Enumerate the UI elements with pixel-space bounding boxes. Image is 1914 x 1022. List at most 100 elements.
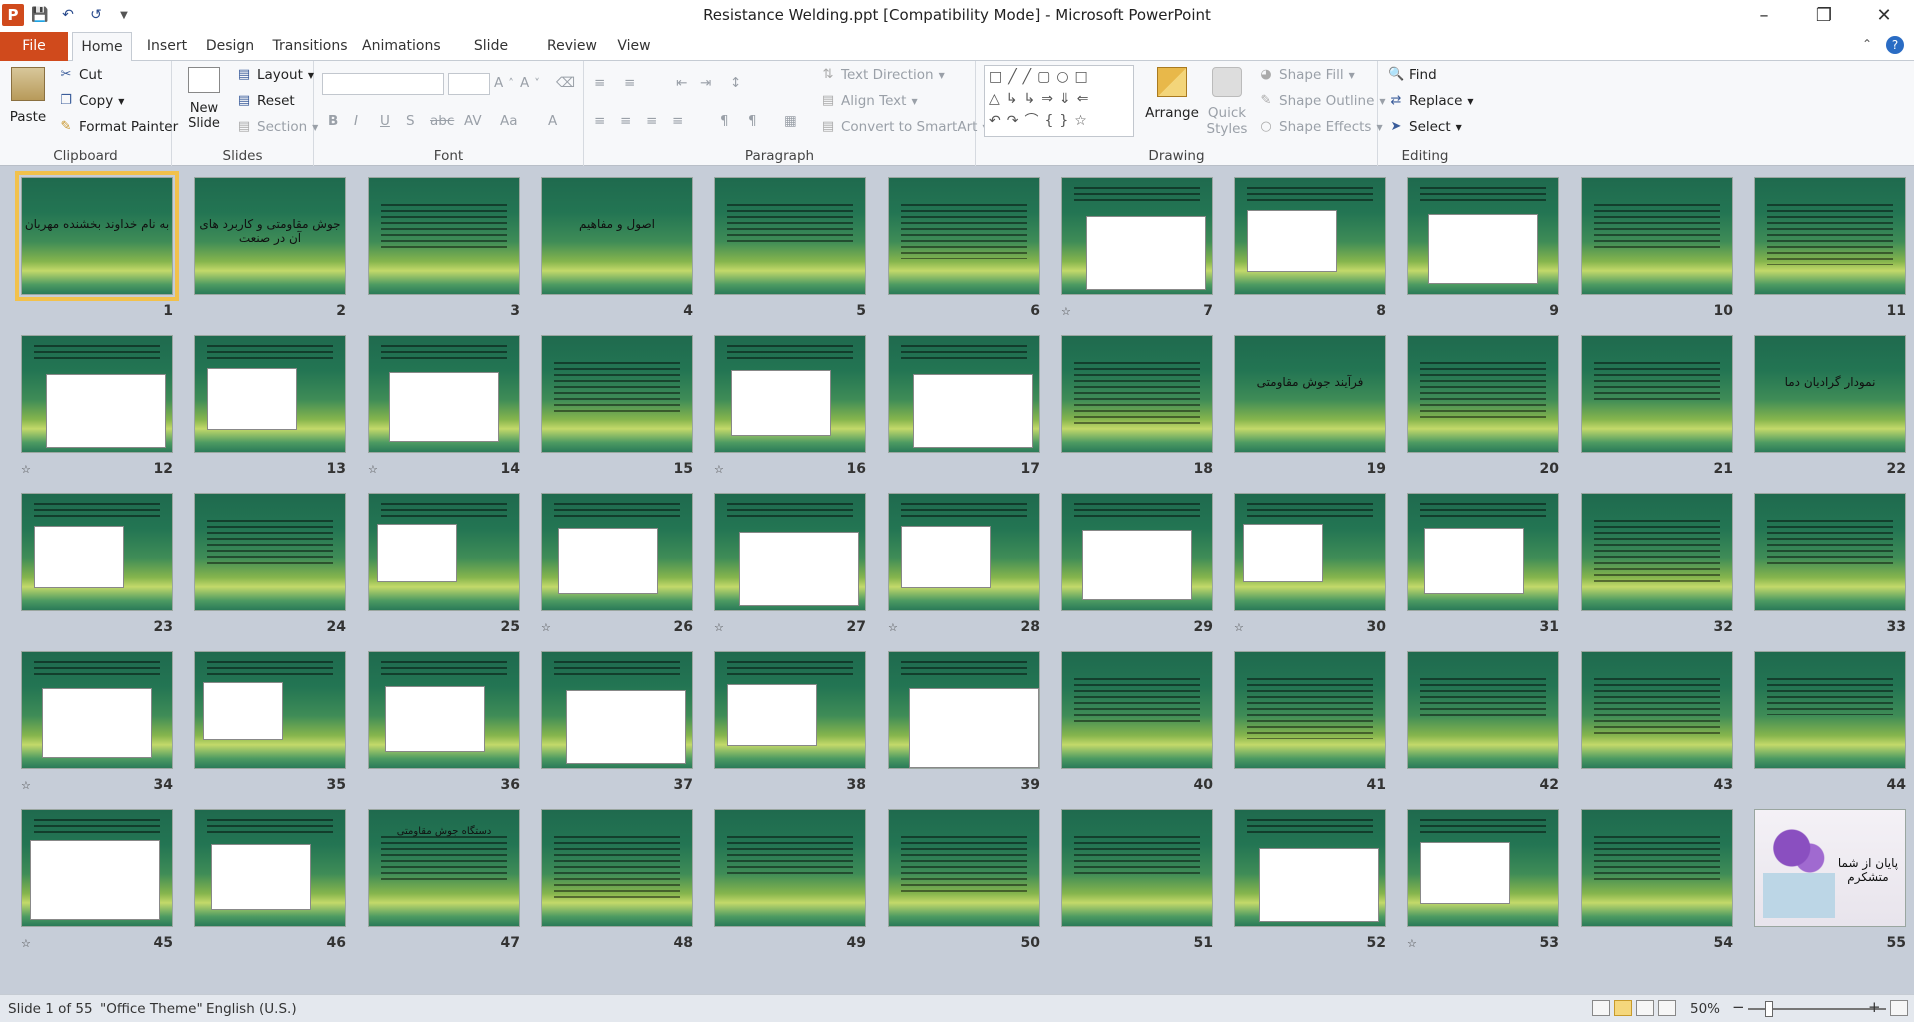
clear-formatting-icon[interactable]: ⌫ (556, 75, 575, 91)
theme-name[interactable]: "Office Theme" (100, 1001, 203, 1017)
close-icon[interactable]: ✕ (1854, 0, 1914, 30)
slide-thumbnail[interactable]: جوش مقاومتی و کاربرد های آن در صنعت (194, 177, 346, 295)
language[interactable]: English (U.S.) (206, 1001, 297, 1017)
slide-sorter-view-icon[interactable] (1614, 1000, 1632, 1016)
collapse-ribbon-icon[interactable]: ⌃ (1862, 37, 1872, 51)
minimize-icon[interactable]: – (1734, 0, 1794, 30)
tab-transitions[interactable]: Transitions (272, 32, 348, 61)
tab-view[interactable]: View (614, 32, 654, 61)
slide-thumbnail[interactable] (368, 651, 520, 769)
slide-thumbnail[interactable] (1407, 651, 1559, 769)
slide-thumbnail[interactable] (1234, 809, 1386, 927)
shrink-font-icon[interactable]: A ˅ (520, 75, 540, 91)
shapes-gallery[interactable]: □╱╱▢○□ △↳↳⇒⇓⇐ ↶↷⌒{}☆ (984, 65, 1134, 137)
slide-thumbnail[interactable] (1234, 651, 1386, 769)
font-color-icon[interactable]: A (548, 113, 557, 129)
slide-thumbnail[interactable] (1061, 493, 1213, 611)
slide-thumbnail[interactable] (714, 177, 866, 295)
transition-star-icon[interactable]: ☆ (21, 937, 31, 950)
select-button[interactable]: ➤ Select ▼ (1388, 119, 1462, 135)
columns-icon[interactable]: ▦ (784, 113, 797, 129)
grow-font-icon[interactable]: A ˄ (494, 75, 514, 91)
italic-icon[interactable]: I (354, 113, 358, 129)
shape-outline-button[interactable]: ✎ Shape Outline ▼ (1258, 93, 1386, 109)
arrange-button[interactable]: Arrange (1145, 67, 1199, 121)
underline-icon[interactable]: U (380, 113, 390, 129)
replace-button[interactable]: ⇄ Replace ▼ (1388, 93, 1474, 109)
reading-view-icon[interactable] (1636, 1000, 1654, 1016)
transition-star-icon[interactable]: ☆ (1407, 937, 1417, 950)
find-button[interactable]: 🔍 Find (1388, 67, 1437, 83)
copy-button[interactable]: ❐ Copy ▼ (58, 93, 124, 109)
transition-star-icon[interactable]: ☆ (714, 621, 724, 634)
format-painter-button[interactable]: ✎ Format Painter (58, 119, 179, 135)
slide-thumbnail[interactable] (21, 493, 173, 611)
bullets-icon[interactable]: ≡ (594, 75, 605, 91)
slide-thumbnail[interactable] (1581, 493, 1733, 611)
paste-button[interactable]: Paste (8, 67, 48, 125)
bold-icon[interactable]: B (328, 113, 338, 129)
slide-thumbnail[interactable] (368, 335, 520, 453)
shape-fill-button[interactable]: ◕ Shape Fill ▼ (1258, 67, 1354, 83)
slide-thumbnail[interactable] (888, 809, 1040, 927)
slide-thumbnail[interactable] (1061, 809, 1213, 927)
font-size-combo[interactable] (448, 73, 490, 95)
align-text-button[interactable]: ▤ Align Text ▼ (820, 93, 918, 109)
justify-icon[interactable]: ≡ (672, 113, 683, 129)
slide-thumbnail[interactable] (368, 177, 520, 295)
slide-thumbnail[interactable] (1581, 809, 1733, 927)
slide-thumbnail[interactable] (194, 493, 346, 611)
slide-thumbnail[interactable] (888, 493, 1040, 611)
tab-design[interactable]: Design (204, 32, 256, 61)
transition-star-icon[interactable]: ☆ (21, 779, 31, 792)
transition-star-icon[interactable]: ☆ (714, 463, 724, 476)
slide-thumbnail[interactable] (888, 651, 1040, 769)
slide-thumbnail[interactable]: نمودار گرادیان دما (1754, 335, 1906, 453)
decrease-indent-icon[interactable]: ⇤ (676, 75, 687, 91)
reset-button[interactable]: ▤ Reset (236, 93, 295, 109)
slide-thumbnail[interactable] (541, 651, 693, 769)
cut-button[interactable]: ✂ Cut (58, 67, 103, 83)
slide-thumbnail[interactable] (1407, 809, 1559, 927)
slide-thumbnail[interactable] (1581, 177, 1733, 295)
slide-thumbnail[interactable] (194, 335, 346, 453)
slide-thumbnail[interactable] (1754, 177, 1906, 295)
fit-to-window-icon[interactable] (1890, 1000, 1908, 1016)
slide-thumbnail[interactable] (1581, 335, 1733, 453)
normal-view-icon[interactable] (1592, 1000, 1610, 1016)
numbering-icon[interactable]: ≡ (624, 75, 635, 91)
zoom-level[interactable]: 50% (1690, 1001, 1720, 1017)
slide-thumbnail[interactable] (888, 177, 1040, 295)
transition-star-icon[interactable]: ☆ (1061, 305, 1071, 318)
align-right-icon[interactable]: ≡ (646, 113, 657, 129)
char-spacing-icon[interactable]: AV (464, 113, 482, 129)
zoom-slider-thumb[interactable] (1765, 1001, 1773, 1017)
slide-thumbnail[interactable] (541, 809, 693, 927)
slide-thumbnail[interactable] (1407, 335, 1559, 453)
slide-show-view-icon[interactable] (1658, 1000, 1676, 1016)
slide-thumbnail[interactable]: پایان از شما متشکرم (1754, 809, 1906, 927)
transition-star-icon[interactable]: ☆ (888, 621, 898, 634)
slide-thumbnail[interactable] (368, 493, 520, 611)
align-left-icon[interactable]: ≡ (594, 113, 605, 129)
transition-star-icon[interactable]: ☆ (541, 621, 551, 634)
shadow-icon[interactable]: S (406, 113, 415, 129)
help-icon[interactable]: ? (1886, 36, 1904, 54)
slide-thumbnail[interactable] (1061, 651, 1213, 769)
slide-thumbnail[interactable] (714, 651, 866, 769)
slide-thumbnail[interactable]: اصول و مفاهیم (541, 177, 693, 295)
slide-thumbnail[interactable] (21, 335, 173, 453)
slide-thumbnail[interactable] (1407, 177, 1559, 295)
increase-indent-icon[interactable]: ⇥ (700, 75, 711, 91)
slide-thumbnail[interactable] (714, 809, 866, 927)
transition-star-icon[interactable]: ☆ (368, 463, 378, 476)
slide-thumbnail[interactable] (1407, 493, 1559, 611)
shape-effects-button[interactable]: ○ Shape Effects ▼ (1258, 119, 1382, 135)
slide-thumbnail[interactable] (1234, 177, 1386, 295)
text-direction-button[interactable]: ⇅ Text Direction ▼ (820, 67, 945, 83)
font-name-combo[interactable] (322, 73, 444, 95)
convert-smartart-button[interactable]: ▤Convert to SmartArt▼ (820, 119, 989, 135)
transition-star-icon[interactable]: ☆ (1234, 621, 1244, 634)
tab-slide-show[interactable]: Slide Show (454, 32, 528, 83)
slide-thumbnail[interactable] (1061, 177, 1213, 295)
